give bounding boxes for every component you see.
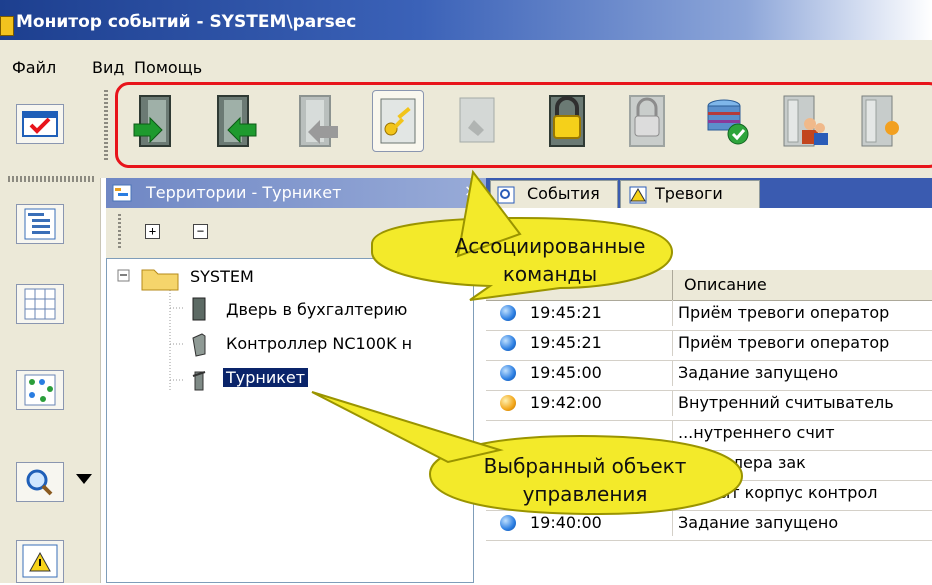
collapse-all-button[interactable]: − xyxy=(193,224,208,239)
row-divider xyxy=(672,390,673,416)
event-time: 19:42:00 xyxy=(530,393,602,412)
info-status-icon xyxy=(500,365,516,381)
event-description: Внутренний считыватель xyxy=(678,393,894,412)
event-time: 19:45:21 xyxy=(530,333,602,352)
tree-item-controller[interactable]: Контроллер NC100K н xyxy=(226,334,412,353)
tab-alarms[interactable]: Тревоги xyxy=(620,180,760,208)
info-status-icon xyxy=(500,515,516,531)
search-icon[interactable] xyxy=(16,462,64,502)
event-row[interactable]: 19:42:00 Внутренний считыватель xyxy=(486,390,932,421)
warning-status-icon xyxy=(500,395,516,411)
tree-root-label[interactable]: SYSTEM xyxy=(190,267,254,286)
grid-view-icon[interactable] xyxy=(16,284,64,324)
menu-view[interactable]: Вид xyxy=(92,58,124,77)
info-status-icon xyxy=(500,305,516,321)
event-time: 19:40:00 xyxy=(530,513,602,532)
title-bar: Монитор событий - SYSTEM\parsec xyxy=(0,0,932,40)
alarm-tab-icon xyxy=(629,186,647,204)
tab-events[interactable]: События xyxy=(490,180,618,208)
event-description: ...нутреннего счит xyxy=(678,423,835,442)
row-divider xyxy=(672,330,673,356)
window-title: Монитор событий - SYSTEM\parsec xyxy=(16,12,357,32)
event-description: Приём тревоги оператор xyxy=(678,333,890,352)
tab-events-label: События xyxy=(527,184,600,203)
folder-icon xyxy=(141,269,179,291)
tree-panel-icon xyxy=(112,184,132,202)
associated-commands-highlight xyxy=(115,82,932,168)
event-row[interactable]: 19:45:00 Задание запущено xyxy=(486,360,932,391)
territory-toolbar-grip xyxy=(118,214,121,248)
close-icon[interactable]: × xyxy=(464,181,477,200)
controller-icon xyxy=(192,333,206,357)
event-row[interactable]: 19:45:21 Приём тревоги оператор xyxy=(486,330,932,361)
app-icon xyxy=(0,16,14,36)
left-toolbar xyxy=(0,78,101,583)
event-description: Приём тревоги оператор xyxy=(678,303,890,322)
turnstile-icon xyxy=(192,371,206,391)
event-row[interactable]: 19:40:00 Задание запущено xyxy=(486,510,932,541)
row-divider xyxy=(672,510,673,536)
command-toolbar-grip xyxy=(104,90,108,160)
expand-all-button[interactable]: + xyxy=(145,224,160,239)
event-description: Задание запущено xyxy=(678,363,839,382)
callout-selected-object: Выбранный объект управления xyxy=(483,454,687,506)
column-description[interactable]: Описание xyxy=(684,275,767,294)
tree-view-icon[interactable] xyxy=(16,204,64,244)
tree-item-turnstile[interactable]: Турникет xyxy=(223,368,309,387)
door-icon xyxy=(192,297,206,321)
row-divider xyxy=(672,300,673,326)
alarm-icon[interactable] xyxy=(16,540,64,583)
info-status-icon xyxy=(500,335,516,351)
menu-help[interactable]: Помощь xyxy=(134,58,202,77)
tree-item-door[interactable]: Дверь в бухгалтерию xyxy=(226,300,407,319)
network-icon[interactable] xyxy=(16,370,64,410)
territory-panel-title: Территории - Турникет xyxy=(146,183,342,202)
event-time: 19:45:21 xyxy=(530,303,602,322)
menu-file[interactable]: Файл xyxy=(12,58,56,77)
chevron-down-icon[interactable] xyxy=(76,474,92,484)
event-row[interactable]: 19:45:21 Приём тревоги оператор xyxy=(486,300,932,331)
callout-associated-commands: Ассоциированные команды xyxy=(454,234,646,286)
row-divider xyxy=(672,420,673,446)
toolbar-grip xyxy=(8,176,94,182)
checklist-icon[interactable] xyxy=(16,104,64,144)
event-row[interactable]: ...нутреннего счит xyxy=(486,420,932,451)
events-tab-icon xyxy=(497,186,515,204)
event-description: Задание запущено xyxy=(678,513,839,532)
event-time: 19:45:00 xyxy=(530,363,602,382)
tab-alarms-label: Тревоги xyxy=(655,184,723,203)
row-divider xyxy=(672,360,673,386)
